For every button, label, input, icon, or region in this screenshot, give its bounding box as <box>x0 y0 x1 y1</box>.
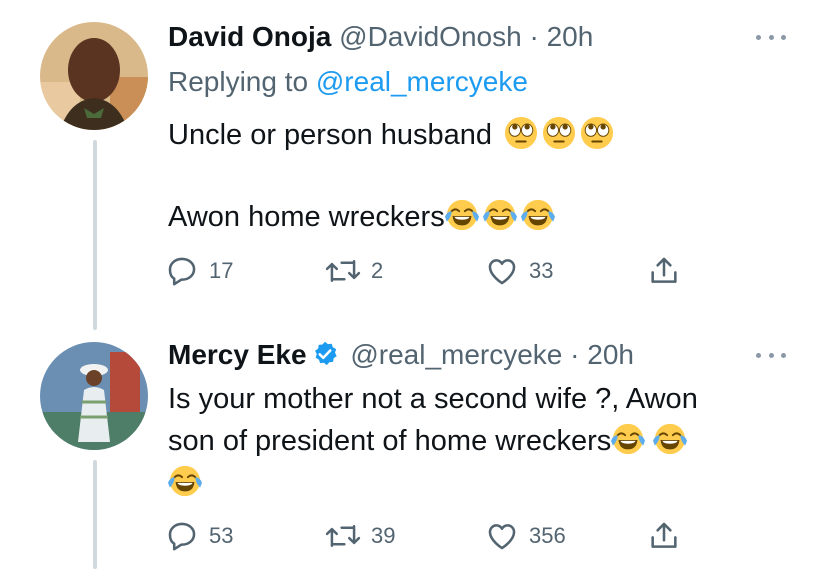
retweet-count: 39 <box>371 523 396 548</box>
retweet-count: 2 <box>371 258 384 283</box>
avatar-photo <box>40 22 148 130</box>
tweet-text-line: Is your mother not a second wife ?, Awon <box>168 378 698 420</box>
tweet-text: son of president of home wreckers <box>168 425 612 457</box>
share-button[interactable] <box>647 519 681 553</box>
separator: · <box>570 339 580 370</box>
timestamp[interactable]: 20h <box>587 339 634 370</box>
face-with-rolling-eyes-icon <box>542 116 576 162</box>
tweet-text: Uncle or person husband <box>168 119 493 151</box>
face-with-tears-of-joy-icon <box>653 422 687 468</box>
like-count: 33 <box>529 258 554 283</box>
heart-icon <box>488 259 516 285</box>
retweet-button[interactable]: 39 <box>325 519 395 553</box>
reply-count: 53 <box>209 523 234 548</box>
thread-line <box>93 460 97 569</box>
replying-to: Replying to @real_mercyeke <box>168 66 528 98</box>
share-icon <box>651 257 677 283</box>
face-with-tears-of-joy-icon <box>521 198 555 244</box>
retweet-icon <box>325 525 361 547</box>
heart-icon <box>488 524 516 550</box>
share-icon <box>651 522 677 548</box>
like-button[interactable]: 33 <box>485 254 553 288</box>
user-handle[interactable]: @real_mercyeke <box>350 339 562 370</box>
display-name[interactable]: David Onoja <box>168 21 331 52</box>
tweet-text-line: Awon home wreckers <box>168 196 555 244</box>
like-button[interactable]: 356 <box>485 519 566 553</box>
avatar[interactable] <box>40 342 148 450</box>
tweet-header: David Onoja @DavidOnosh · 20h <box>168 20 593 54</box>
tweet-text: Is your mother not a second wife ?, Awon <box>168 383 698 415</box>
verified-badge-icon <box>311 340 339 376</box>
face-with-tears-of-joy-icon <box>483 198 517 244</box>
face-with-rolling-eyes-icon <box>504 116 538 162</box>
reply-button[interactable]: 17 <box>165 254 233 288</box>
display-name[interactable]: Mercy Eke <box>168 339 307 370</box>
reply-button[interactable]: 53 <box>165 519 233 553</box>
reply-icon <box>168 522 196 551</box>
tweet-text-line: son of president of home wreckers <box>168 420 687 468</box>
reply-count: 17 <box>209 258 234 283</box>
replying-to-label: Replying to <box>168 66 309 97</box>
tweet-header: Mercy Eke @real_mercyeke · 20h <box>168 338 634 376</box>
thread-line <box>93 140 97 330</box>
reply-icon <box>168 257 196 286</box>
face-with-rolling-eyes-icon <box>580 116 614 162</box>
mention-link[interactable]: @real_mercyeke <box>316 66 528 97</box>
more-options-icon[interactable] <box>756 32 786 42</box>
separator: · <box>529 21 539 52</box>
timestamp[interactable]: 20h <box>547 21 594 52</box>
face-with-tears-of-joy-icon <box>611 422 645 468</box>
face-with-tears-of-joy-icon <box>445 198 479 244</box>
face-with-tears-of-joy-icon <box>168 464 202 510</box>
share-button[interactable] <box>647 254 681 288</box>
like-count: 356 <box>529 523 566 548</box>
avatar-photo <box>40 342 148 450</box>
avatar[interactable] <box>40 22 148 130</box>
retweet-icon <box>325 260 361 282</box>
tweet-text-line: Uncle or person husband <box>168 114 614 162</box>
tweet-text: Awon home wreckers <box>168 201 445 233</box>
retweet-button[interactable]: 2 <box>325 254 383 288</box>
tweet-text-line <box>168 462 202 510</box>
user-handle[interactable]: @DavidOnosh <box>339 21 522 52</box>
more-options-icon[interactable] <box>756 350 786 360</box>
